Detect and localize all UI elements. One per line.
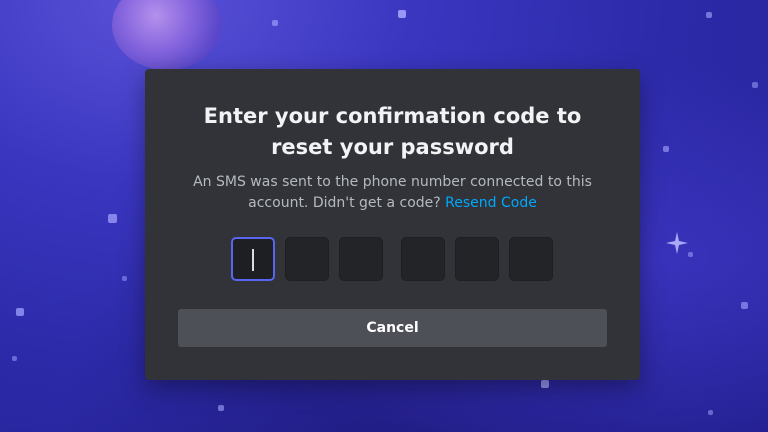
background-sparkle <box>108 214 117 223</box>
background-sparkle <box>663 146 669 152</box>
sparkle-star-icon <box>666 232 688 254</box>
confirmation-code-input-group <box>231 237 553 281</box>
background-sparkle <box>16 308 24 316</box>
background-sparkle <box>741 302 748 309</box>
background-sparkle <box>752 82 758 88</box>
background-sparkle <box>541 380 549 388</box>
code-digit-input-1[interactable] <box>231 237 275 281</box>
background-sparkle <box>122 276 127 281</box>
modal-title: Enter your confirmation code to reset yo… <box>203 104 582 159</box>
background-sparkle <box>272 20 278 26</box>
modal-description: An SMS was sent to the phone number conn… <box>175 172 610 214</box>
code-digit-input-4[interactable] <box>401 237 445 281</box>
reset-password-modal: Enter your confirmation code to reset yo… <box>145 69 640 380</box>
code-digit-input-2[interactable] <box>285 237 329 281</box>
background-sparkle <box>708 410 713 415</box>
code-digit-input-6[interactable] <box>509 237 553 281</box>
background-sparkle <box>398 10 406 18</box>
text-caret <box>252 249 254 271</box>
cancel-button[interactable]: Cancel <box>178 309 607 347</box>
code-digit-input-3[interactable] <box>339 237 383 281</box>
resend-code-link[interactable]: Resend Code <box>445 195 537 211</box>
background-sparkle <box>12 356 17 361</box>
background-sparkle <box>688 252 693 257</box>
background-sparkle <box>706 12 712 18</box>
background-sparkle <box>218 405 224 411</box>
code-digit-input-5[interactable] <box>455 237 499 281</box>
